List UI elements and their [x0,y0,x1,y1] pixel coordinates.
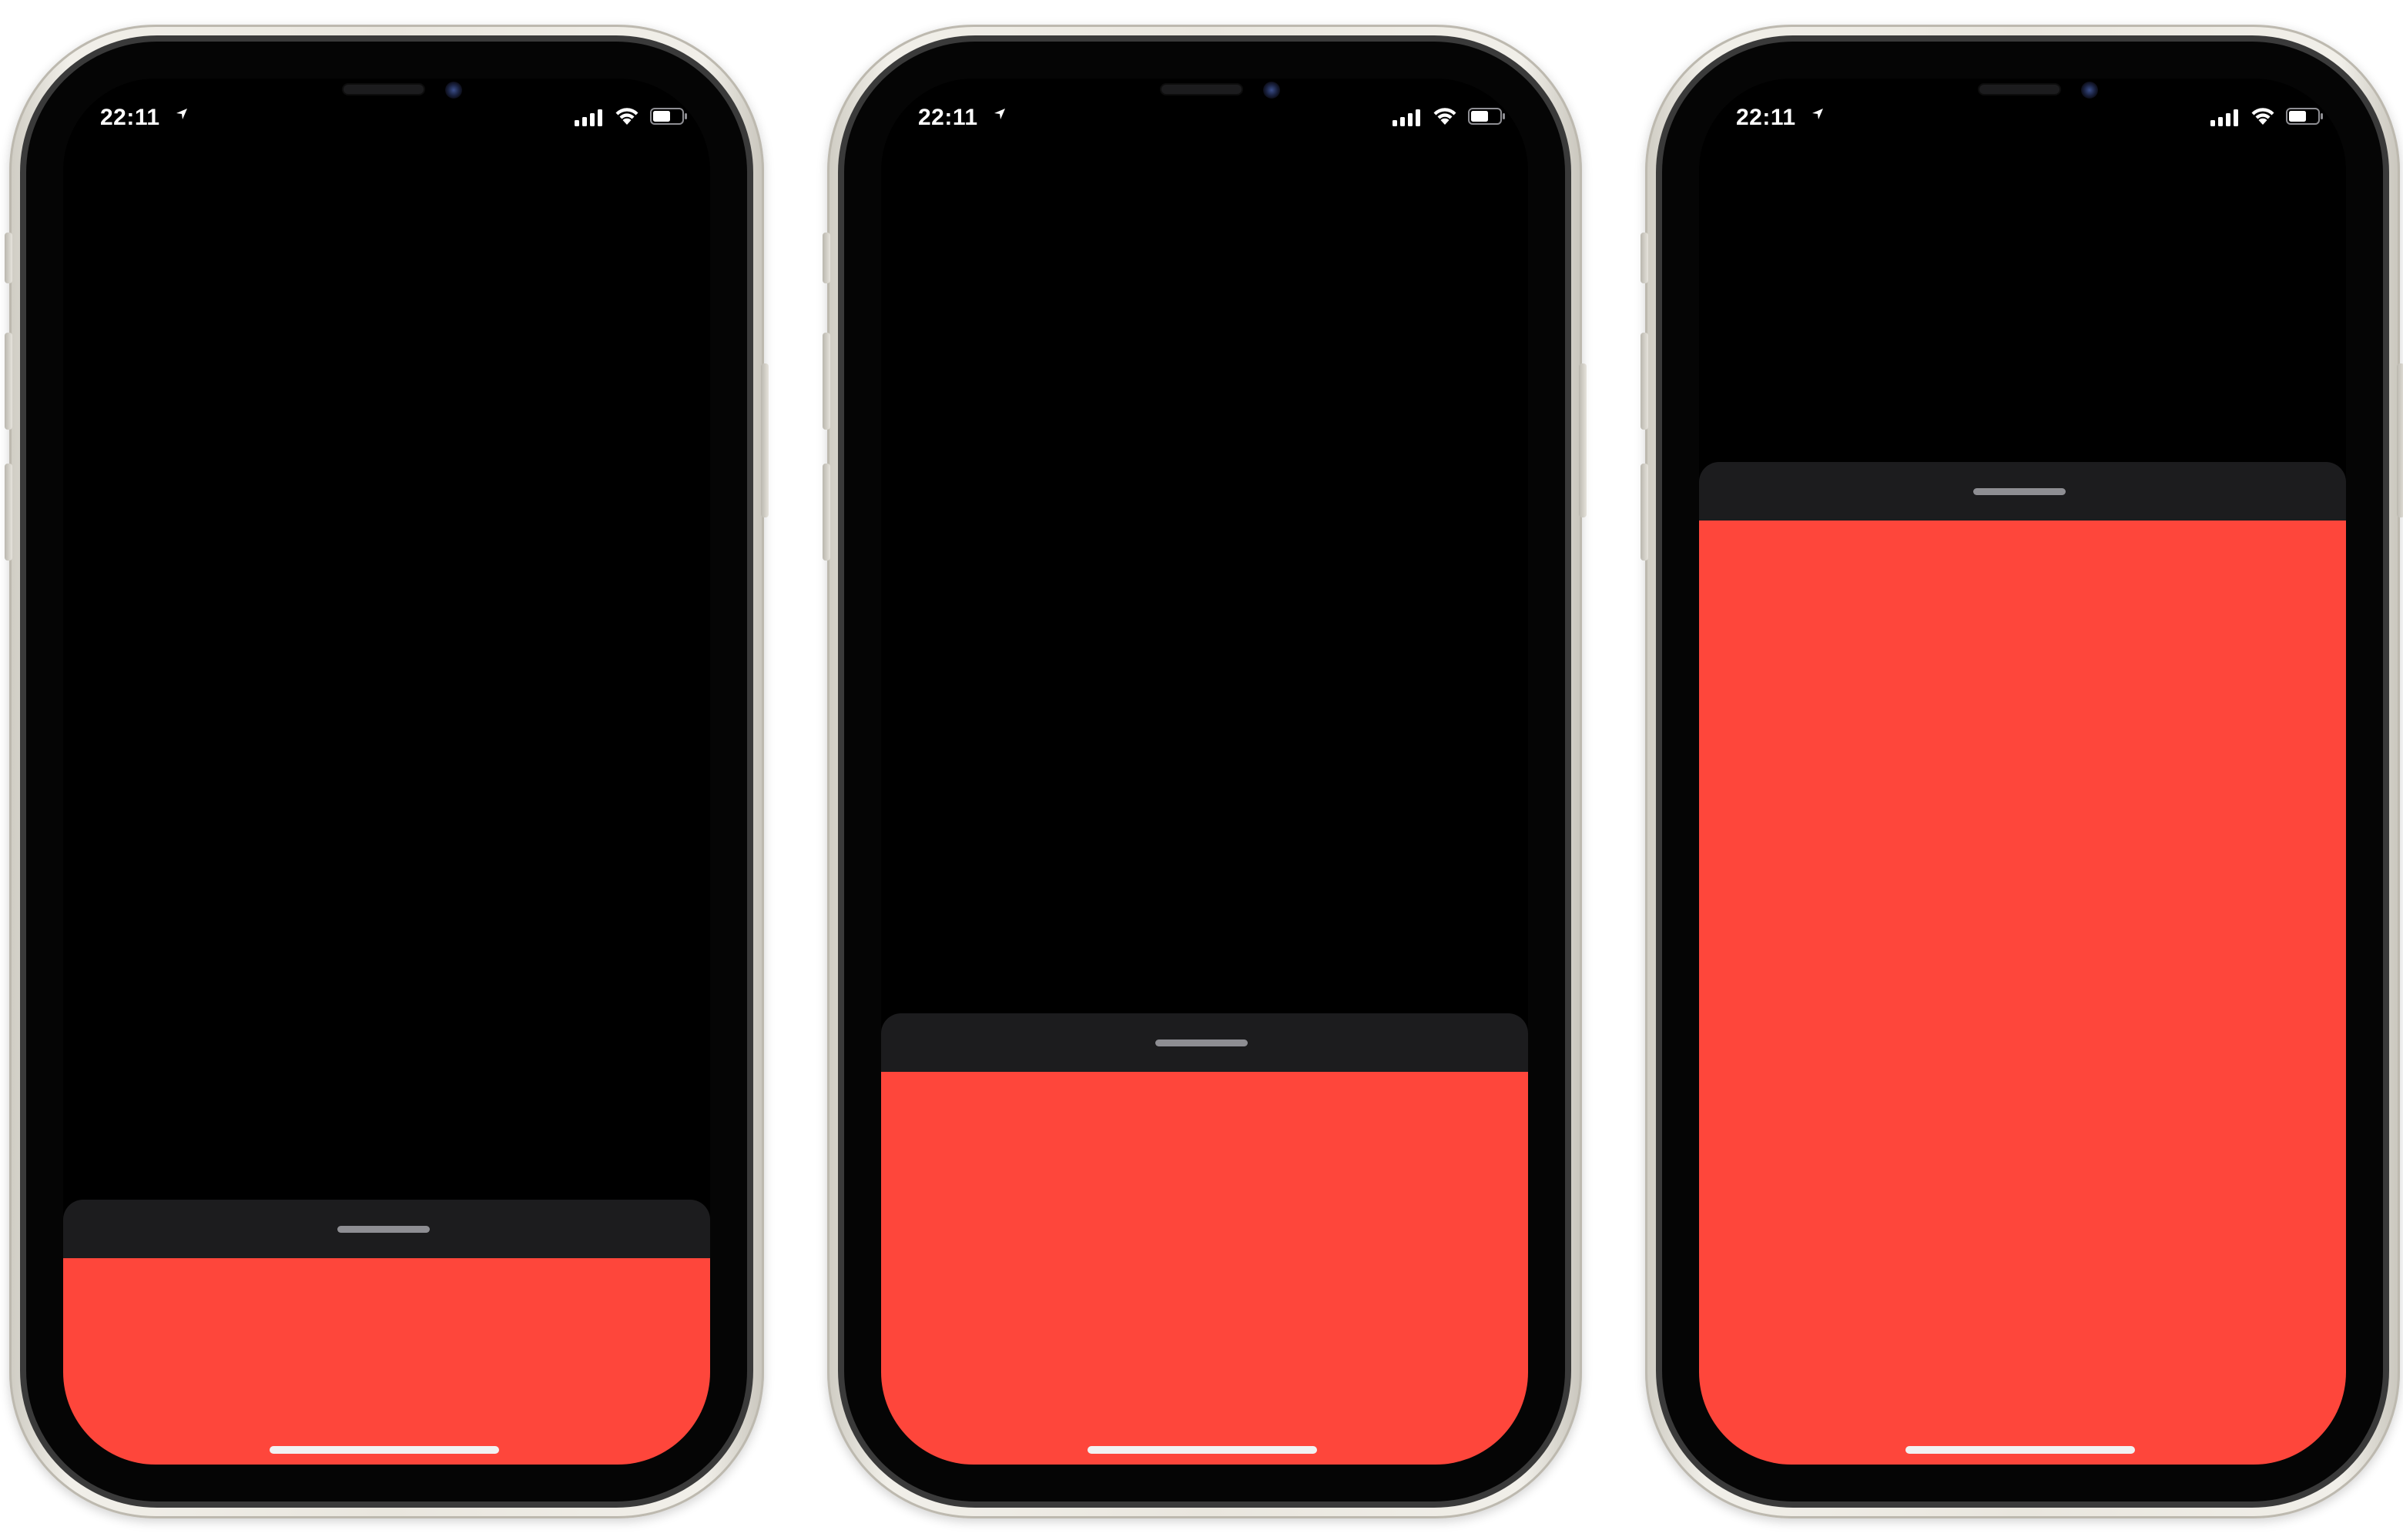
front-camera [445,82,462,99]
volume-up-button [5,333,12,430]
sheet-header[interactable] [881,1013,1528,1072]
battery-icon [650,108,687,125]
cellular-signal-icon [575,109,602,126]
volume-down-button [823,464,830,561]
volume-up-button [1641,333,1648,430]
wifi-icon [2251,108,2274,125]
home-indicator[interactable] [1088,1446,1317,1454]
home-indicator[interactable] [270,1446,499,1454]
screenshot-stage: 22:11 22:11 22:11 [0,0,2403,1540]
phone-screen: 22:11 [1699,79,2346,1465]
side-button [2397,363,2403,517]
bottom-sheet[interactable] [881,1013,1528,1465]
front-camera [1263,82,1280,99]
sheet-content [881,1072,1528,1465]
phone-screen: 22:11 [63,79,710,1465]
sheet-header[interactable] [1699,462,2346,521]
home-indicator[interactable] [1905,1446,2135,1454]
side-button [761,363,769,517]
front-camera [2081,82,2098,99]
wifi-icon [615,108,638,125]
earpiece-speaker [1161,85,1242,94]
cellular-signal-icon [2210,109,2238,126]
volume-down-button [1641,464,1648,561]
location-arrow-icon [176,109,187,119]
status-time: 22:11 [918,105,978,130]
location-arrow-icon [994,109,1005,119]
sheet-header[interactable] [63,1200,710,1258]
wifi-icon [1433,108,1456,125]
earpiece-speaker [344,85,424,94]
sheet-grabber-handle[interactable] [1155,1040,1248,1046]
phone-expanded-sheet: 22:11 [1641,25,2403,1518]
status-time: 22:11 [100,105,160,130]
battery-icon [2286,108,2323,125]
status-time: 22:11 [1736,105,1796,130]
sheet-grabber-handle[interactable] [337,1226,430,1233]
sheet-grabber-handle[interactable] [1973,488,2066,495]
sheet-content [1699,521,2346,1465]
phone-screen: 22:11 [881,79,1528,1465]
volume-down-button [5,464,12,561]
location-arrow-icon [1812,109,1823,119]
mute-switch [1641,233,1648,283]
sheet-content [63,1258,710,1465]
phone-collapsed-sheet: 22:11 [5,25,769,1518]
volume-up-button [823,333,830,430]
mute-switch [823,233,830,283]
earpiece-speaker [1979,85,2059,94]
side-button [1579,363,1587,517]
cellular-signal-icon [1393,109,1420,126]
bottom-sheet[interactable] [1699,462,2346,1465]
mute-switch [5,233,12,283]
bottom-sheet[interactable] [63,1200,710,1465]
battery-icon [1468,108,1505,125]
phone-medium-sheet: 22:11 [823,25,1587,1518]
